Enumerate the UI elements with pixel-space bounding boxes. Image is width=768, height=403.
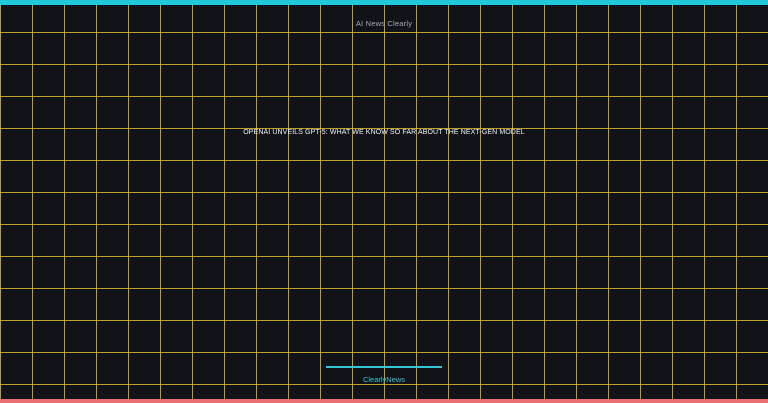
footer-divider (326, 366, 442, 368)
top-accent-bar (0, 0, 768, 5)
article-headline: OPENAI UNVEILS GPT-5: WHAT WE KNOW SO FA… (243, 129, 525, 136)
background-grid (0, 0, 768, 403)
page-frame: AI News Clearly OPENAI UNVEILS GPT-5: WH… (0, 0, 768, 403)
site-title: AI News Clearly (355, 19, 413, 28)
footer-brand: ClearlyNews (362, 375, 406, 384)
bottom-accent-bar (0, 399, 768, 403)
